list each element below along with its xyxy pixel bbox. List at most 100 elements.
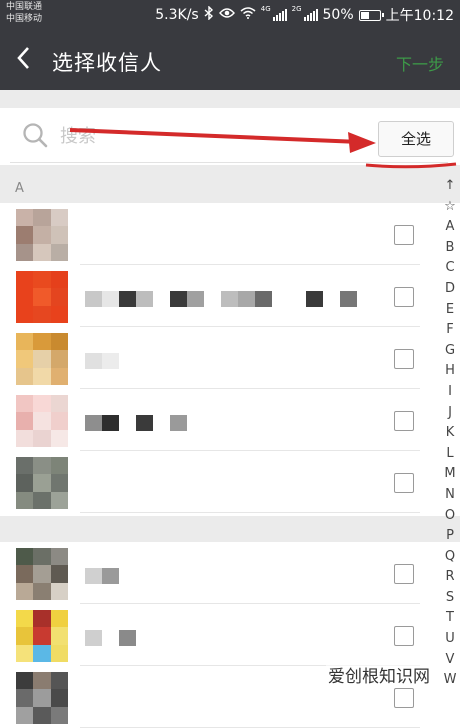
avatar-pixel <box>33 350 51 368</box>
index-letter[interactable]: R <box>445 567 454 588</box>
avatar <box>16 209 68 261</box>
avatar-pixel <box>33 706 51 724</box>
index-letter[interactable]: A <box>446 217 455 238</box>
index-letter[interactable]: I <box>448 382 452 403</box>
avatar-pixel <box>50 288 68 306</box>
avatar-pixel <box>33 474 51 492</box>
index-letter[interactable]: C <box>445 258 454 279</box>
index-letter[interactable]: P <box>446 526 454 547</box>
contact-checkbox[interactable] <box>394 626 414 646</box>
avatar-pixel <box>16 367 34 385</box>
index-letter[interactable]: Q <box>445 547 455 568</box>
index-letter[interactable]: G <box>445 341 455 362</box>
contact-row[interactable] <box>0 327 460 389</box>
battery-percent: 50% <box>322 7 354 23</box>
contact-checkbox[interactable] <box>394 411 414 431</box>
pixelated-block <box>255 291 272 307</box>
avatar-pixel <box>50 209 68 227</box>
avatar-pixel <box>16 474 34 492</box>
index-letter[interactable]: M <box>444 464 455 485</box>
next-step-button[interactable]: 下一步 <box>396 51 444 75</box>
pixelated-block <box>170 415 187 431</box>
avatar-pixel <box>16 226 34 244</box>
contact-row[interactable] <box>0 389 460 451</box>
index-letter[interactable]: K <box>446 423 455 444</box>
pixelated-block <box>85 291 102 307</box>
avatar-pixel <box>16 565 34 583</box>
avatar <box>16 610 68 662</box>
pixelated-block <box>153 415 170 431</box>
avatar-pixel <box>50 474 68 492</box>
avatar-pixel <box>50 672 68 690</box>
avatar-pixel <box>33 627 51 645</box>
avatar-pixel <box>33 689 51 707</box>
avatar <box>16 271 68 323</box>
avatar-pixel <box>16 610 34 628</box>
contact-checkbox[interactable] <box>394 564 414 584</box>
chevron-left-icon[interactable] <box>14 44 42 76</box>
avatar-pixel <box>16 429 34 447</box>
contact-row[interactable] <box>0 604 460 666</box>
avatar-pixel <box>16 627 34 645</box>
avatar-pixel <box>33 582 51 600</box>
avatar <box>16 672 68 724</box>
index-letter[interactable]: N <box>445 485 455 506</box>
avatar-pixel <box>33 565 51 583</box>
index-letter[interactable]: B <box>446 238 455 259</box>
contact-checkbox[interactable] <box>394 225 414 245</box>
avatar-pixel <box>16 288 34 306</box>
select-all-button[interactable]: 全选 <box>378 121 454 157</box>
avatar-pixel <box>16 672 34 690</box>
pixelated-block <box>238 291 255 307</box>
index-letter[interactable]: F <box>446 320 453 341</box>
contact-row[interactable] <box>0 203 460 265</box>
pixelated-block <box>289 291 306 307</box>
contact-row[interactable] <box>0 542 460 604</box>
index-letter[interactable]: U <box>445 629 455 650</box>
avatar-pixel <box>16 412 34 430</box>
avatar-pixel <box>33 491 51 509</box>
index-letter[interactable]: D <box>445 279 455 300</box>
index-letter[interactable]: E <box>446 300 454 321</box>
index-letter[interactable]: J <box>448 403 452 424</box>
contact-name-obscured <box>85 415 187 431</box>
avatar-pixel <box>16 706 34 724</box>
index-letter[interactable]: V <box>446 650 455 671</box>
carrier-2: 中国移动 <box>6 14 43 24</box>
contact-row[interactable] <box>0 265 460 327</box>
index-letter[interactable]: L <box>446 444 453 465</box>
title-bar: 选择收信人 下一步 <box>0 30 460 90</box>
index-letter[interactable]: ↑ <box>445 176 456 197</box>
index-letter[interactable]: S <box>446 588 454 609</box>
index-letter[interactable]: H <box>445 361 455 382</box>
index-letter[interactable]: T <box>446 608 454 629</box>
avatar-pixel <box>16 333 34 351</box>
contact-checkbox[interactable] <box>394 287 414 307</box>
section-gap <box>0 516 460 542</box>
avatar-pixel <box>50 350 68 368</box>
avatar-pixel <box>33 610 51 628</box>
avatar-pixel <box>50 627 68 645</box>
contact-row[interactable] <box>0 451 460 513</box>
contact-checkbox[interactable] <box>394 688 414 708</box>
avatar-pixel <box>33 209 51 227</box>
contact-checkbox[interactable] <box>394 349 414 369</box>
section-header: A <box>0 175 460 203</box>
pixelated-block <box>85 415 102 431</box>
avatar-pixel <box>33 457 51 475</box>
index-letter[interactable]: W <box>444 670 457 691</box>
avatar-pixel <box>16 582 34 600</box>
search-input[interactable] <box>60 122 340 150</box>
contact-checkbox[interactable] <box>394 473 414 493</box>
avatar-pixel <box>50 644 68 662</box>
net-type-4g: 4G <box>260 5 271 13</box>
pixelated-block <box>136 291 153 307</box>
avatar-pixel <box>33 644 51 662</box>
alphabet-index[interactable]: ↑ ☆ A B C D E F G H I J K L M N O P Q R S T U V W <box>440 176 460 691</box>
index-letter[interactable]: O <box>445 506 455 527</box>
avatar-pixel <box>33 412 51 430</box>
avatar-pixel <box>33 305 51 323</box>
avatar-pixel <box>16 689 34 707</box>
avatar <box>16 395 68 447</box>
index-letter[interactable]: ☆ <box>444 197 456 218</box>
